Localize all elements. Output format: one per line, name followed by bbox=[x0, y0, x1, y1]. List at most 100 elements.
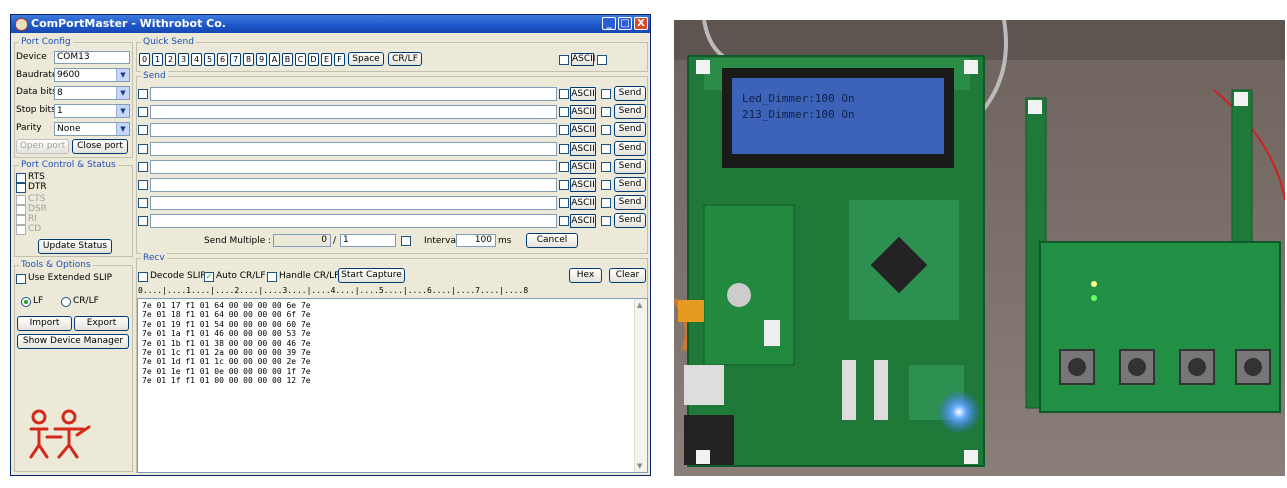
send-row-send-button[interactable]: Send bbox=[614, 86, 646, 101]
maximize-button[interactable]: □ bbox=[618, 17, 632, 30]
start-capture-button[interactable]: Start Capture bbox=[338, 268, 405, 283]
quick-key-e[interactable]: E bbox=[321, 53, 332, 66]
send-row-checkbox[interactable] bbox=[138, 89, 148, 99]
handle-crlf-checkbox[interactable] bbox=[267, 272, 277, 282]
send-row-ascii-checkbox[interactable] bbox=[559, 180, 569, 190]
send-row-send-button[interactable]: Send bbox=[614, 141, 646, 156]
send-row-checkbox[interactable] bbox=[138, 107, 148, 117]
update-status-button[interactable]: Update Status bbox=[38, 239, 112, 254]
quick-key-b[interactable]: B bbox=[282, 53, 293, 66]
send-row-ascii-label[interactable]: ASCII bbox=[570, 142, 596, 156]
hex-button[interactable]: Hex bbox=[569, 268, 602, 283]
send-row-checkbox[interactable] bbox=[138, 216, 148, 226]
send-row-input[interactable] bbox=[150, 142, 557, 156]
databits-select[interactable]: 8 ▼ bbox=[54, 86, 130, 100]
send-row-extra-checkbox[interactable] bbox=[601, 216, 611, 226]
title-bar[interactable]: ComPortMaster - Withrobot Co. _ □ X bbox=[11, 15, 650, 33]
send-row-input[interactable] bbox=[150, 87, 557, 101]
device-input[interactable]: COM13 bbox=[54, 51, 130, 64]
baudrate-select[interactable]: 9600 ▼ bbox=[54, 68, 130, 82]
send-row-send-button[interactable]: Send bbox=[614, 195, 646, 210]
auto-crlf-checkbox[interactable]: ✓ bbox=[204, 272, 214, 282]
send-row-checkbox[interactable] bbox=[138, 180, 148, 190]
quick-key-4[interactable]: 4 bbox=[191, 53, 202, 66]
send-row-checkbox[interactable] bbox=[138, 144, 148, 154]
clear-button[interactable]: Clear bbox=[609, 268, 646, 283]
send-row-extra-checkbox[interactable] bbox=[601, 125, 611, 135]
send-row-ascii-label[interactable]: ASCII bbox=[570, 178, 596, 192]
crlf-radio[interactable] bbox=[61, 297, 71, 307]
interval-checkbox[interactable] bbox=[401, 236, 411, 246]
send-row-input[interactable] bbox=[150, 214, 557, 228]
send-row-ascii-checkbox[interactable] bbox=[559, 125, 569, 135]
quick-key-3[interactable]: 3 bbox=[178, 53, 189, 66]
send-row-input[interactable] bbox=[150, 105, 557, 119]
quick-key-0[interactable]: 0 bbox=[139, 53, 150, 66]
send-row-extra-checkbox[interactable] bbox=[601, 107, 611, 117]
send-row-send-button[interactable]: Send bbox=[614, 213, 646, 228]
import-button[interactable]: Import bbox=[17, 316, 72, 331]
decode-slip-checkbox[interactable] bbox=[138, 272, 148, 282]
send-row-send-button[interactable]: Send bbox=[614, 104, 646, 119]
extended-slip-checkbox[interactable] bbox=[16, 274, 26, 284]
send-row-ascii-label[interactable]: ASCII bbox=[570, 160, 596, 174]
rts-checkbox[interactable] bbox=[16, 173, 26, 183]
recv-text-area[interactable]: 7e 01 17 f1 01 64 00 00 00 00 6e 7e 7e 01… bbox=[137, 298, 648, 473]
export-button[interactable]: Export bbox=[74, 316, 129, 331]
send-row-extra-checkbox[interactable] bbox=[601, 180, 611, 190]
quick-key-2[interactable]: 2 bbox=[165, 53, 176, 66]
quick-ascii-label[interactable]: ASCII bbox=[571, 53, 595, 66]
send-row-extra-checkbox[interactable] bbox=[601, 162, 611, 172]
quick-extra-checkbox[interactable] bbox=[597, 55, 607, 65]
close-button[interactable]: X bbox=[634, 17, 648, 30]
interval-input[interactable]: 100 bbox=[456, 234, 496, 247]
parity-select[interactable]: None ▼ bbox=[54, 122, 130, 136]
send-row-input[interactable] bbox=[150, 178, 557, 192]
quick-crlf-button[interactable]: CR/LF bbox=[388, 52, 422, 66]
lf-radio[interactable] bbox=[21, 297, 31, 307]
cancel-button[interactable]: Cancel bbox=[526, 233, 578, 248]
send-row-input[interactable] bbox=[150, 123, 557, 137]
send-row-input[interactable] bbox=[150, 196, 557, 210]
send-row-ascii-checkbox[interactable] bbox=[559, 107, 569, 117]
scroll-up-icon[interactable]: ▲ bbox=[637, 301, 642, 309]
send-row-extra-checkbox[interactable] bbox=[601, 198, 611, 208]
send-row-ascii-label[interactable]: ASCII bbox=[570, 87, 596, 101]
send-row-checkbox[interactable] bbox=[138, 125, 148, 135]
send-row-ascii-label[interactable]: ASCII bbox=[570, 214, 596, 228]
send-row-ascii-checkbox[interactable] bbox=[559, 89, 569, 99]
send-row-checkbox[interactable] bbox=[138, 162, 148, 172]
quick-key-8[interactable]: 8 bbox=[243, 53, 254, 66]
quick-space-button[interactable]: Space bbox=[348, 52, 384, 66]
show-device-manager-button[interactable]: Show Device Manager bbox=[17, 334, 129, 349]
send-row-send-button[interactable]: Send bbox=[614, 159, 646, 174]
minimize-button[interactable]: _ bbox=[602, 17, 616, 30]
recv-scrollbar[interactable]: ▲ ▼ bbox=[634, 299, 647, 472]
quick-key-6[interactable]: 6 bbox=[217, 53, 228, 66]
send-row-ascii-checkbox[interactable] bbox=[559, 144, 569, 154]
quick-key-1[interactable]: 1 bbox=[152, 53, 163, 66]
send-row-ascii-label[interactable]: ASCII bbox=[570, 196, 596, 210]
open-port-button[interactable]: Open port bbox=[16, 139, 69, 154]
scroll-down-icon[interactable]: ▼ bbox=[637, 462, 642, 470]
send-row-extra-checkbox[interactable] bbox=[601, 144, 611, 154]
quick-key-c[interactable]: C bbox=[295, 53, 306, 66]
send-row-send-button[interactable]: Send bbox=[614, 177, 646, 192]
quick-key-9[interactable]: 9 bbox=[256, 53, 267, 66]
send-row-send-button[interactable]: Send bbox=[614, 122, 646, 137]
close-port-button[interactable]: Close port bbox=[72, 139, 128, 154]
send-row-ascii-checkbox[interactable] bbox=[559, 198, 569, 208]
dtr-checkbox[interactable] bbox=[16, 183, 26, 193]
send-multiple-total[interactable]: 1 bbox=[340, 234, 396, 247]
quick-key-d[interactable]: D bbox=[308, 53, 319, 66]
quick-key-f[interactable]: F bbox=[334, 53, 345, 66]
quick-key-a[interactable]: A bbox=[269, 53, 280, 66]
quick-key-7[interactable]: 7 bbox=[230, 53, 241, 66]
send-row-ascii-label[interactable]: ASCII bbox=[570, 123, 596, 137]
send-row-ascii-checkbox[interactable] bbox=[559, 216, 569, 226]
quick-ascii-checkbox[interactable] bbox=[559, 55, 569, 65]
send-row-extra-checkbox[interactable] bbox=[601, 89, 611, 99]
stopbits-select[interactable]: 1 ▼ bbox=[54, 104, 130, 118]
send-row-input[interactable] bbox=[150, 160, 557, 174]
send-row-checkbox[interactable] bbox=[138, 198, 148, 208]
